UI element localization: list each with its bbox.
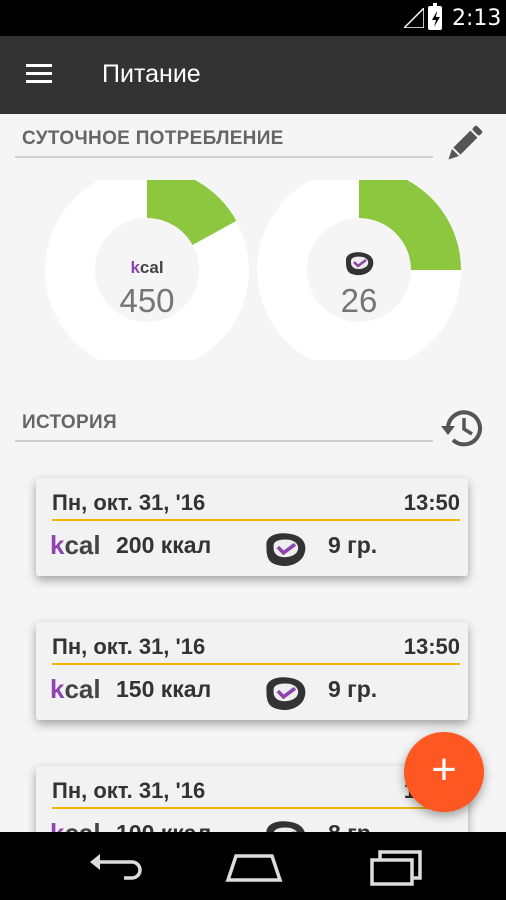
battery-charging-icon <box>428 3 442 30</box>
protein-value: 26 <box>340 282 378 319</box>
entry-protein: 9 гр. <box>328 676 378 702</box>
entry-date: Пн, окт. 31, '16 <box>52 634 206 659</box>
add-entry-button[interactable]: + <box>404 732 484 812</box>
navigation-bar <box>0 832 506 900</box>
steak-icon <box>266 677 306 710</box>
plus-icon: + <box>431 745 457 794</box>
entry-kcal: 200 ккал <box>116 532 212 558</box>
hamburger-menu-icon[interactable] <box>26 64 52 84</box>
kcal-icon: kcal <box>50 674 101 704</box>
entry-date: Пн, окт. 31, '16 <box>52 490 206 515</box>
history-entry[interactable]: Пн, окт. 31, '16 13:50 kcal 200 ккал 9 г… <box>36 478 468 576</box>
signal-icon <box>404 8 424 28</box>
entry-kcal: 150 ккал <box>116 676 212 702</box>
entry-protein: 9 гр. <box>328 532 378 558</box>
app-bar: Питание <box>0 36 506 114</box>
pencil-icon[interactable] <box>444 124 484 164</box>
daily-section-title: СУТОЧНОЕ ПОТРЕБЛЕНИЕ <box>22 128 284 149</box>
section-divider <box>15 440 433 442</box>
entry-divider <box>52 663 460 665</box>
back-icon[interactable] <box>84 846 144 886</box>
kcal-icon: kcal <box>50 530 101 560</box>
home-icon[interactable] <box>224 846 284 886</box>
steak-icon <box>266 533 306 566</box>
entry-divider <box>52 807 460 809</box>
calories-chart: kcal 450 <box>44 180 250 360</box>
calories-value: 450 <box>119 282 175 319</box>
page-title: Питание <box>102 60 201 88</box>
status-bar: 2:13 <box>0 0 506 36</box>
entry-time: 13:50 <box>403 634 460 659</box>
entry-time: 13:50 <box>403 490 460 515</box>
history-entry[interactable]: Пн, окт. 31, '16 13:50 kcal 150 ккал 9 г… <box>36 622 468 720</box>
recent-apps-icon[interactable] <box>366 846 426 886</box>
entry-date: Пн, окт. 31, '16 <box>52 778 206 803</box>
entry-divider <box>52 519 460 521</box>
protein-chart: 26 <box>256 180 462 360</box>
steak-icon <box>346 252 374 276</box>
status-time: 2:13 <box>452 6 502 31</box>
history-section-title: ИСТОРИЯ <box>22 412 117 433</box>
kcal-unit-label: kcal <box>130 258 164 277</box>
history-icon[interactable] <box>440 405 486 451</box>
section-divider <box>15 156 433 158</box>
